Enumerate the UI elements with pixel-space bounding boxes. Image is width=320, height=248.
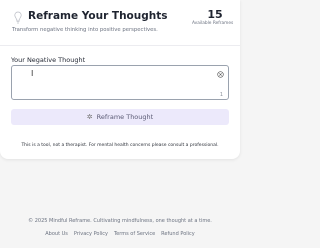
footer-link-terms[interactable]: Terms of Service: [114, 231, 155, 237]
disclaimer-text: This is a tool, not a therapist. For men…: [21, 143, 219, 148]
page-title: Reframe Your Thoughts: [28, 10, 168, 22]
header-divider: [0, 45, 240, 46]
reframe-count: 15 Available Reframes: [192, 8, 233, 26]
reframe-button-label: Reframe Thought: [96, 113, 154, 121]
page-subtitle: Transform negative thinking into positiv…: [12, 27, 158, 33]
reframe-button[interactable]: ✲ Reframe Thought: [11, 109, 229, 125]
thought-field-label: Your Negative Thought: [11, 56, 86, 64]
footer-copyright: © 2025 Mindful Reframe. Cultivating mind…: [28, 218, 212, 224]
sparkle-icon: ✲: [86, 112, 93, 121]
lightbulb-icon: [14, 11, 22, 24]
footer-link-refund[interactable]: Refund Policy: [161, 231, 195, 237]
thought-input-value: I: [31, 69, 34, 78]
main-card: Reframe Your Thoughts Transform negative…: [0, 0, 240, 159]
header: Reframe Your Thoughts Transform negative…: [10, 7, 233, 37]
reframe-count-label: Available Reframes: [192, 21, 234, 26]
clear-icon[interactable]: [217, 71, 224, 78]
footer-link-about[interactable]: About Us: [45, 231, 68, 237]
footer-links: About Us Privacy Policy Terms of Service…: [0, 231, 240, 237]
character-counter: 1: [219, 92, 223, 98]
reframe-count-number: 15: [207, 8, 223, 21]
thought-input[interactable]: I 1: [11, 65, 229, 100]
footer-link-privacy[interactable]: Privacy Policy: [74, 231, 108, 237]
